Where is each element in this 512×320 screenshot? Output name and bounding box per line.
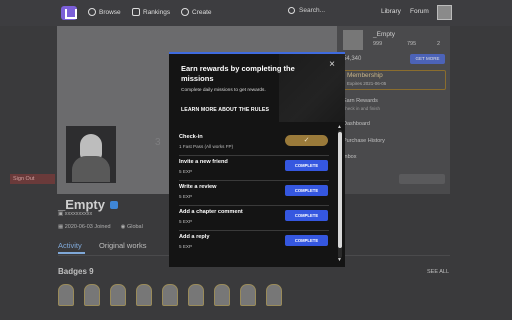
close-icon[interactable]: × <box>327 60 337 70</box>
modal-header: Earn rewards by completing the missions … <box>169 54 345 122</box>
modal-title: Earn rewards by completing the missions <box>181 64 295 83</box>
complete-button[interactable]: COMPLETE <box>285 185 328 196</box>
missions-modal: Earn rewards by completing the missions … <box>169 52 345 267</box>
mission-row: Check-in 1 Fast Pass (All works FP) ✓ <box>179 132 329 156</box>
mission-title: Write a review <box>179 184 217 190</box>
mission-reward: 5 EXP <box>179 219 193 224</box>
mission-row: Write a review 5 EXP COMPLETE <box>179 182 329 206</box>
mission-title: Add a chapter comment <box>179 209 243 215</box>
scrollbar-thumb[interactable] <box>338 132 342 248</box>
mission-title: Invite a new friend <box>179 159 228 165</box>
mission-reward: 5 EXP <box>179 169 193 174</box>
mission-row: Add a chapter comment 5 EXP COMPLETE <box>179 207 329 231</box>
scroll-up-icon[interactable]: ▲ <box>337 124 342 130</box>
scroll-down-icon[interactable]: ▼ <box>337 257 342 263</box>
mission-title: Check-in <box>179 134 203 140</box>
complete-button[interactable]: COMPLETE <box>285 210 328 221</box>
learn-more-link[interactable]: LEARN MORE ABOUT THE RULES <box>181 107 269 113</box>
complete-button[interactable]: COMPLETE <box>285 235 328 246</box>
mission-title: Add a reply <box>179 234 210 240</box>
mission-list: Check-in 1 Fast Pass (All works FP) ✓ In… <box>169 128 337 258</box>
mission-row: Add a reply 5 EXP COMPLETE <box>179 232 329 256</box>
check-in-done-icon: ✓ <box>285 135 328 146</box>
mission-row: Invite a new friend 5 EXP COMPLETE <box>179 157 329 181</box>
modal-subtitle: Complete daily missions to get rewards. <box>181 88 266 93</box>
mission-reward: 5 EXP <box>179 244 193 249</box>
mission-reward: 1 Fast Pass (All works FP) <box>179 144 234 149</box>
complete-button[interactable]: COMPLETE <box>285 160 328 171</box>
mission-reward: 5 EXP <box>179 194 193 199</box>
